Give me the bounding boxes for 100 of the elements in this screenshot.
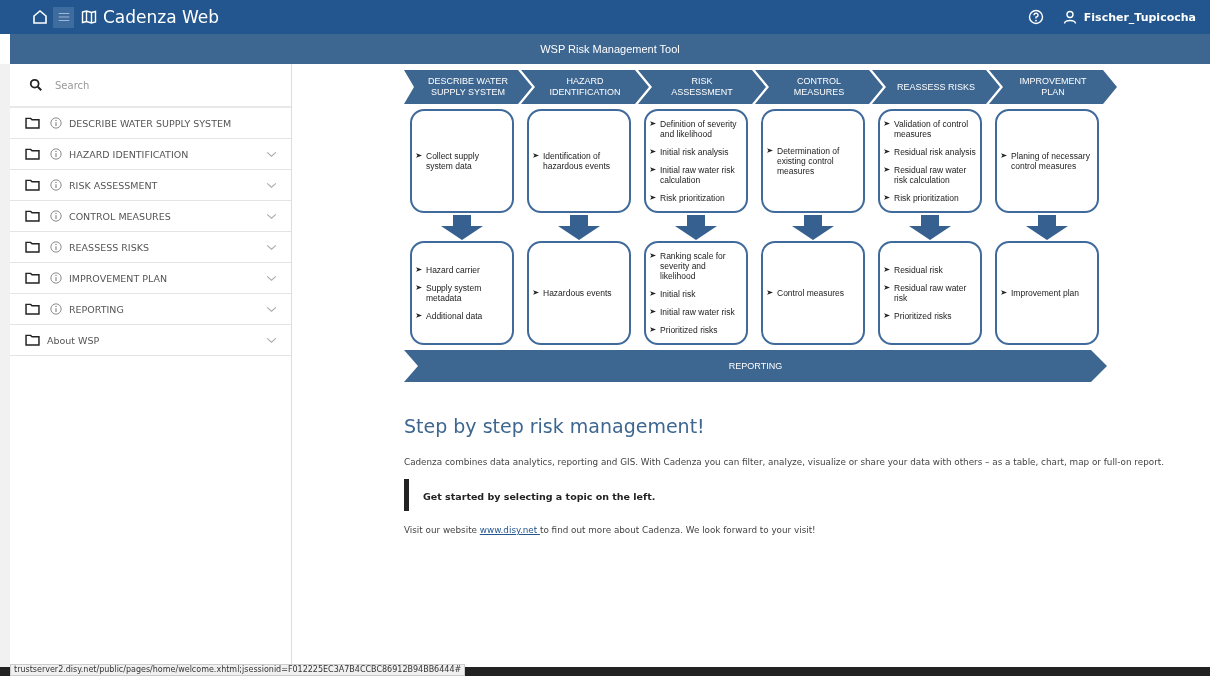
output-item: Hazard carrier [426, 265, 480, 275]
user-icon [1061, 9, 1078, 25]
arrowhead-bullet-icon [650, 291, 656, 296]
nav-item[interactable]: DESCRIBE WATER SUPPLY SYSTEM [10, 108, 291, 139]
arrowhead-bullet-icon [650, 149, 656, 154]
arrowhead-bullet-icon [884, 285, 890, 290]
website-link[interactable]: www.disy.net [479, 525, 540, 535]
map-icon [81, 9, 97, 25]
info-icon[interactable] [50, 241, 62, 253]
nav-label: About WSP [47, 334, 100, 346]
arrowhead-bullet-icon [884, 313, 890, 318]
task-item: Planing of necessary control measures [1011, 151, 1091, 171]
info-icon[interactable] [50, 303, 62, 315]
info-icon[interactable] [50, 117, 62, 129]
arrowhead-bullet-icon [416, 313, 422, 318]
arrowhead-bullet-icon [884, 149, 890, 154]
nav-label: REASSESS RISKS [69, 241, 149, 253]
app-title[interactable]: Cadenza Web [103, 7, 220, 27]
nav-item[interactable]: RISK ASSESSMENT [10, 170, 291, 201]
nav-item[interactable]: CONTROL MEASURES [10, 201, 291, 232]
arrowhead-bullet-icon [884, 267, 890, 272]
arrowhead-bullet-icon [533, 290, 539, 295]
arrowhead-bullet-icon [416, 285, 422, 290]
nav-item[interactable]: REASSESS RISKS [10, 232, 291, 263]
output-item: Prioritized risks [660, 325, 718, 335]
step-chevron: HAZARD IDENTIFICATION [521, 70, 649, 104]
step-chevron: REASSESS RISKS [872, 70, 1000, 104]
arrowhead-bullet-icon [650, 195, 656, 200]
folder-icon [25, 210, 40, 222]
info-icon[interactable] [50, 210, 62, 222]
task-item: Residual raw water risk calculation [894, 165, 968, 185]
arrowhead-bullet-icon [650, 309, 656, 314]
arrowhead-bullet-icon [533, 153, 539, 158]
task-item: Identification of hazardous events [543, 151, 612, 171]
task-item: Determination of existing control measures [777, 146, 841, 176]
nav-label: REPORTING [69, 303, 124, 315]
arrowhead-bullet-icon [767, 290, 773, 295]
chevron-down-icon[interactable] [266, 305, 277, 313]
info-icon[interactable] [50, 272, 62, 284]
chevron-down-icon[interactable] [266, 274, 277, 282]
folder-icon [25, 303, 40, 315]
step-chevron: CONTROL MEASURES [755, 70, 883, 104]
chevron-down-icon[interactable] [266, 212, 277, 220]
output-item: Initial raw water risk [660, 307, 735, 317]
task-item: Risk prioritization [660, 193, 725, 203]
step-chevron: DESCRIBE WATER SUPPLY SYSTEM [404, 70, 532, 104]
arrowhead-bullet-icon [650, 167, 656, 172]
search-icon [29, 78, 43, 92]
arrowhead-bullet-icon [884, 195, 890, 200]
arrowhead-bullet-icon [884, 121, 890, 126]
task-item: Definition of severity and likelihood [660, 119, 738, 139]
step-chevron: RISK ASSESSMENT [638, 70, 766, 104]
task-item: Validation of control measures [894, 119, 970, 139]
arrowhead-bullet-icon [767, 148, 773, 153]
info-icon[interactable] [50, 148, 62, 160]
user-name[interactable]: Fischer_Tupicocha [1083, 10, 1196, 24]
nav-label: DESCRIBE WATER SUPPLY SYSTEM [69, 117, 232, 129]
step-chevron: IMPROVEMENT PLAN [989, 70, 1117, 104]
intro-text: Cadenza combines data analytics, reporting and GIS. With Cadenza you can filter, analyze, visualize or share your data with others – as a table, chart, map or full-on report. [404, 457, 1166, 467]
output-item: Prioritized risks [894, 311, 952, 321]
help-icon[interactable] [1027, 9, 1044, 25]
output-item: Initial risk [660, 289, 696, 299]
menu-button[interactable] [53, 6, 74, 28]
output-item: Additional data [426, 311, 483, 321]
arrowhead-bullet-icon [416, 153, 422, 158]
arrowhead-bullet-icon [416, 267, 422, 272]
home-icon[interactable] [32, 9, 48, 25]
nav-item[interactable]: REPORTING [10, 294, 291, 325]
output-item: Residual risk [894, 265, 943, 275]
arrowhead-bullet-icon [650, 253, 656, 258]
task-item: Collect supply system data [426, 151, 480, 171]
status-url: trustserver2.disy.net/public/pages/home/welcome.xhtml;jsessionid=F012225EC3A7B4CCBC86912B94BB6444# [10, 664, 466, 676]
nav-label: HAZARD IDENTIFICATION [69, 148, 189, 160]
chevron-down-icon[interactable] [266, 243, 277, 251]
nav-item[interactable]: About WSP [10, 325, 291, 356]
arrowhead-bullet-icon [1001, 290, 1007, 295]
task-item: Initial raw water risk calculation [660, 165, 736, 185]
nav-item[interactable]: IMPROVEMENT PLAN [10, 263, 291, 294]
folder-icon [25, 117, 40, 129]
folder-icon [25, 272, 40, 284]
nav-label: CONTROL MEASURES [69, 210, 171, 222]
nav-item[interactable]: HAZARD IDENTIFICATION [10, 139, 291, 170]
folder-icon [25, 334, 40, 346]
heading: Step by step risk management! [404, 415, 706, 437]
page-title: WSP Risk Management Tool [540, 43, 680, 55]
chevron-down-icon[interactable] [266, 336, 277, 344]
output-item: Hazardous events [543, 288, 612, 298]
folder-icon [25, 179, 40, 191]
nav-label: RISK ASSESSMENT [69, 179, 158, 191]
arrowhead-bullet-icon [650, 327, 656, 332]
chevron-down-icon[interactable] [266, 181, 277, 189]
arrowhead-bullet-icon [650, 121, 656, 126]
output-item: Improvement plan [1011, 288, 1080, 298]
output-item: Residual raw water risk [894, 283, 968, 303]
output-item: Supply system metadata [426, 283, 483, 303]
info-icon[interactable] [50, 179, 62, 191]
visit-text: Visit our website www.disy.net to find out more about Cadenza. We look forward to your visit! [404, 525, 817, 535]
chevron-down-icon[interactable] [266, 150, 277, 158]
output-item: Ranking scale for severity and likelihood [660, 251, 727, 281]
folder-icon [25, 241, 40, 253]
